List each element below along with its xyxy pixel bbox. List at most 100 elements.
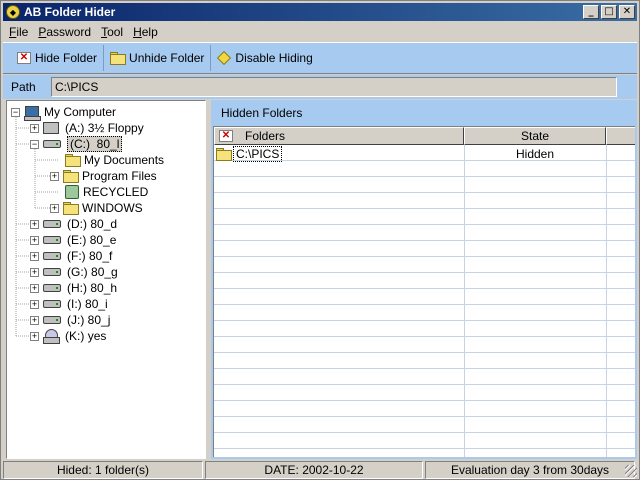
menu-file-rest: ile: [16, 25, 29, 39]
unhide-folder-label: Unhide Folder: [129, 51, 205, 65]
computer-icon: [24, 105, 41, 121]
folder-cell: C:\PICS: [214, 146, 464, 162]
menu-bar: File Password Tool Help: [3, 23, 162, 41]
tree-item-label: My Computer: [44, 105, 117, 119]
hide-folder-button[interactable]: ✕ Hide Folder: [3, 45, 105, 71]
tree-item-drive-g[interactable]: + (G:) 80_g: [30, 264, 118, 280]
title-bar[interactable]: ◆ AB Folder Hider _ □ ✕: [3, 3, 637, 21]
drive-letter: (G:): [67, 265, 88, 279]
column-header-blank: [606, 127, 635, 145]
tree-item-drive-f[interactable]: + (F:) 80_f: [30, 248, 112, 264]
column-header-folders[interactable]: ✕ Folders: [214, 127, 464, 145]
status-date: DATE: 2002-10-22: [205, 461, 423, 479]
app-logo-icon: ◆: [6, 5, 20, 19]
tree-item-label: 80_d: [90, 217, 118, 231]
hard-drive-icon: [43, 268, 61, 276]
drive-letter: (J:): [67, 313, 85, 327]
status-evaluation: Evaluation day 3 from 30days: [425, 461, 635, 479]
minimize-button[interactable]: _: [583, 5, 599, 19]
tree-item-program-files[interactable]: + Program Files: [50, 168, 157, 184]
expand-icon[interactable]: +: [30, 251, 39, 261]
tree-item-windows[interactable]: + WINDOWS: [50, 200, 143, 216]
menu-file[interactable]: File: [3, 25, 32, 39]
folder-icon: [110, 52, 127, 65]
tree-item-drive-j[interactable]: + (J:) 80_j: [30, 312, 110, 328]
drive-letter: (I:): [67, 297, 82, 311]
menu-password[interactable]: Password: [32, 25, 95, 39]
menu-password-rest: assword: [46, 25, 92, 39]
unhide-folder-button[interactable]: Unhide Folder: [104, 45, 212, 71]
collapse-icon[interactable]: −: [30, 139, 39, 149]
toolbar: ✕ Hide Folder Unhide Folder Disable Hidi…: [3, 42, 637, 74]
tree-item-my-documents[interactable]: My Documents: [65, 152, 164, 168]
expand-icon[interactable]: +: [30, 331, 39, 341]
expand-icon[interactable]: +: [30, 219, 39, 229]
tree-item-label: 80_j: [87, 313, 111, 327]
folder-icon: [65, 154, 81, 167]
window-controls: _ □ ✕: [581, 5, 635, 19]
tree-item-label: yes: [87, 329, 107, 343]
selected-tree-label: (C:) 80_l: [67, 136, 123, 152]
path-bar: Path C:\PICS: [3, 75, 637, 99]
resize-grip-icon[interactable]: [625, 465, 637, 477]
hard-drive-icon: [43, 252, 61, 260]
folder-tree[interactable]: − My Computer + (A:) 3½ Floppy − (C:) 80…: [6, 100, 206, 459]
floppy-drive-icon: [43, 122, 59, 134]
hard-drive-icon: [43, 316, 61, 324]
drive-letter: (A:): [65, 121, 85, 135]
expand-icon[interactable]: +: [30, 267, 39, 277]
tree-item-drive-a[interactable]: + (A:) 3½ Floppy: [30, 120, 144, 136]
tree-item-label: RECYCLED: [83, 185, 149, 199]
tree-item-drive-i[interactable]: + (I:) 80_i: [30, 296, 108, 312]
diamond-icon: [217, 50, 232, 66]
expand-icon[interactable]: +: [30, 283, 39, 293]
column-divider: [606, 145, 607, 457]
table-row[interactable]: C:\PICS Hidden: [214, 146, 635, 162]
hide-icon: ✕: [17, 52, 31, 64]
path-input[interactable]: C:\PICS: [51, 77, 617, 97]
tree-item-recycled[interactable]: RECYCLED: [65, 184, 148, 200]
expand-icon[interactable]: +: [30, 235, 39, 245]
drive-letter: (K:): [65, 329, 85, 343]
remove-icon: ✕: [219, 130, 233, 142]
drive-letter: (H:): [67, 281, 87, 295]
expand-icon[interactable]: +: [30, 123, 39, 133]
hidden-folders-list[interactable]: ✕ Folders State C:\PICS Hidden: [213, 126, 635, 457]
column-header-state[interactable]: State: [464, 127, 606, 145]
folder-icon: [63, 170, 79, 183]
hide-folder-label: Hide Folder: [35, 51, 98, 65]
status-hided-count: Hided: 1 folder(s): [3, 461, 203, 479]
tree-item-drive-d[interactable]: + (D:) 80_d: [30, 216, 117, 232]
drive-letter: (C:): [70, 137, 90, 151]
disable-hiding-button[interactable]: Disable Hiding: [211, 45, 318, 71]
folder-icon: [216, 148, 232, 161]
tree-item-drive-c[interactable]: − (C:) 80_l: [30, 136, 123, 152]
window-title: AB Folder Hider: [24, 5, 116, 19]
expand-icon[interactable]: +: [50, 171, 59, 181]
close-button[interactable]: ✕: [619, 5, 635, 19]
state-cell: Hidden: [515, 147, 555, 161]
cd-drive-icon: [43, 329, 60, 344]
tree-item-drive-e[interactable]: + (E:) 80_e: [30, 232, 116, 248]
maximize-button[interactable]: □: [601, 5, 617, 19]
tree-item-label: 80_i: [85, 297, 108, 311]
column-divider: [464, 145, 465, 457]
menu-tool[interactable]: Tool: [95, 25, 127, 39]
tree-item-label: 80_l: [96, 137, 120, 151]
expand-icon[interactable]: +: [30, 315, 39, 325]
expand-icon[interactable]: +: [30, 299, 39, 309]
menu-help[interactable]: Help: [127, 25, 162, 39]
hidden-folders-panel: Hidden Folders ✕ Folders State C:\PICS H…: [211, 100, 637, 459]
collapse-icon[interactable]: −: [11, 107, 20, 117]
tree-item-drive-h[interactable]: + (H:) 80_h: [30, 280, 117, 296]
tree-item-my-computer[interactable]: − My Computer: [11, 104, 117, 121]
list-header: ✕ Folders State: [214, 127, 635, 145]
hard-drive-icon: [43, 284, 61, 292]
expand-icon[interactable]: +: [50, 203, 59, 213]
disable-hiding-label: Disable Hiding: [235, 51, 313, 65]
folder-path: C:\PICS: [233, 146, 283, 162]
drive-letter: (E:): [67, 233, 87, 247]
tree-item-drive-k[interactable]: + (K:) yes: [30, 328, 106, 344]
tree-item-label: 3½ Floppy: [87, 121, 144, 135]
column-label: Folders: [245, 129, 286, 143]
